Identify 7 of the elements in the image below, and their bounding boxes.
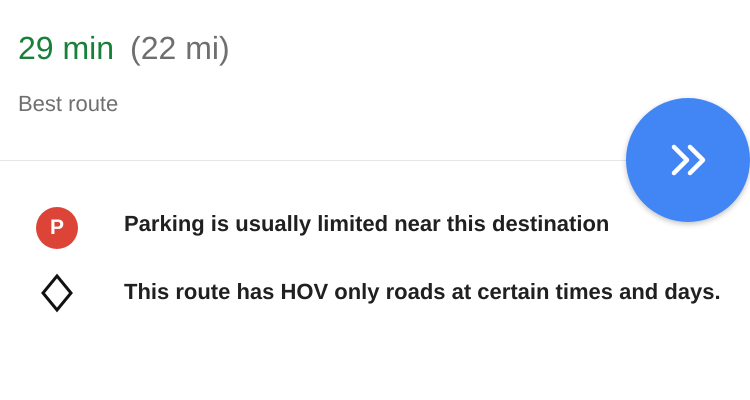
parking-icon: P bbox=[36, 207, 78, 249]
route-label: Best route bbox=[18, 91, 120, 117]
duration-text: 29 min bbox=[18, 30, 114, 67]
notice-text: This route has HOV only roads at certain times and days. bbox=[124, 278, 722, 306]
notice-text: Parking is usually limited near this destination bbox=[124, 210, 610, 238]
diamond-icon bbox=[40, 273, 74, 313]
distance-text: (22 mi) bbox=[130, 30, 230, 67]
